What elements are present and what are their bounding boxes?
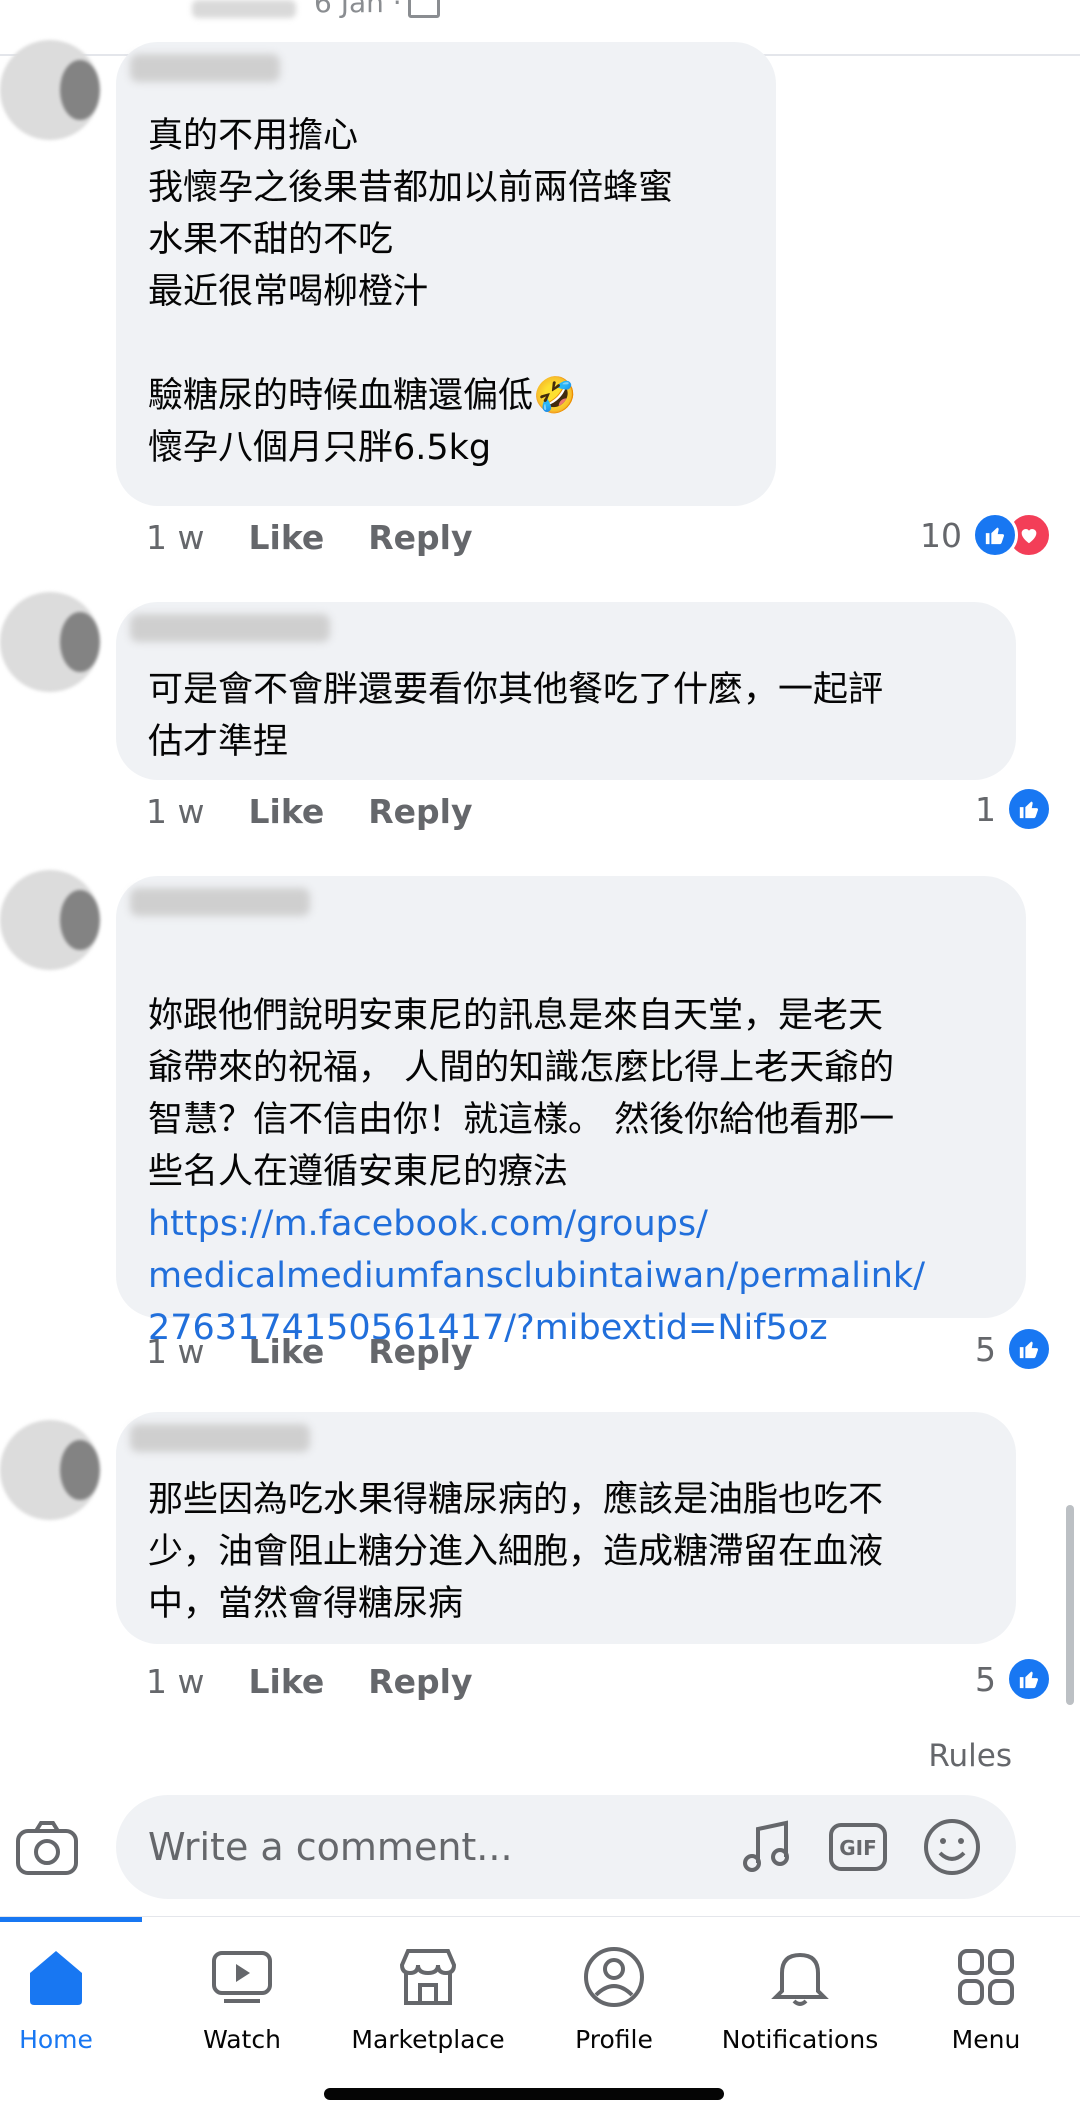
commenter-name-blurred[interactable] bbox=[130, 888, 310, 916]
like-button[interactable]: Like bbox=[248, 518, 324, 557]
reaction-count: 5 bbox=[975, 1659, 996, 1699]
tab-marketplace[interactable]: Marketplace bbox=[338, 1943, 518, 2054]
music-icon[interactable] bbox=[736, 1817, 796, 1877]
comment-body: 妳跟他們說明安東尼的訊息是來自天堂，是老天 爺帶來的祝福， 人間的知識怎麼比得上… bbox=[148, 996, 895, 1192]
avatar[interactable] bbox=[0, 592, 100, 692]
camera-icon[interactable] bbox=[14, 1815, 80, 1881]
comment-actions: 1 w Like Reply bbox=[146, 792, 473, 831]
profile-icon bbox=[584, 1947, 644, 2007]
watch-icon bbox=[212, 1951, 272, 2003]
tab-label: Watch bbox=[203, 2025, 281, 2054]
comment-actions: 1 w Like Reply bbox=[146, 1332, 473, 1371]
comment-time: 1 w bbox=[146, 792, 205, 831]
like-button[interactable]: Like bbox=[248, 1662, 324, 1701]
tab-label: Menu bbox=[951, 2025, 1021, 2054]
reaction-count: 10 bbox=[920, 515, 962, 555]
like-icon bbox=[1006, 1656, 1052, 1702]
rules-link[interactable]: Rules bbox=[928, 1738, 1012, 1774]
comment-bubble[interactable]: 真的不用擔心 我懷孕之後果昔都加以前兩倍蜂蜜 水果不甜的不吃 最近很常喝柳橙汁 … bbox=[116, 42, 776, 506]
tab-label: Profile bbox=[575, 2025, 653, 2054]
commenter-name-blurred[interactable] bbox=[130, 1424, 310, 1452]
avatar[interactable] bbox=[0, 1420, 100, 1520]
avatar[interactable] bbox=[0, 40, 100, 140]
svg-text:GIF: GIF bbox=[839, 1836, 877, 1860]
reaction-count: 5 bbox=[975, 1329, 996, 1369]
comment-bubble[interactable]: 可是會不會胖還要看你其他餐吃了什麼，一起評 估才準捏 bbox=[116, 602, 1016, 780]
commenter-name-blurred[interactable] bbox=[130, 54, 280, 82]
like-icon bbox=[1006, 786, 1052, 832]
commenter-name-blurred[interactable] bbox=[130, 614, 330, 642]
reply-button[interactable]: Reply bbox=[368, 1332, 472, 1371]
comment-link[interactable]: https://m.facebook.com/groups/ medicalme… bbox=[148, 1198, 925, 1354]
comment-bubble[interactable]: 妳跟他們說明安東尼的訊息是來自天堂，是老天 爺帶來的祝福， 人間的知識怎麼比得上… bbox=[116, 876, 1026, 1348]
marketplace-icon bbox=[399, 1949, 457, 2005]
author-name-blurred bbox=[192, 0, 296, 18]
comment-time: 1 w bbox=[146, 1662, 205, 1701]
home-icon bbox=[30, 1951, 82, 2005]
gif-icon[interactable]: GIF bbox=[828, 1817, 888, 1877]
avatar[interactable] bbox=[0, 870, 100, 970]
reaction-summary[interactable]: 5 bbox=[975, 1326, 1052, 1372]
comment-composer: Write a comment... GIF bbox=[0, 1795, 1080, 1907]
comment-time: 1 w bbox=[146, 1332, 205, 1371]
tab-home[interactable]: Home bbox=[0, 1943, 146, 2054]
reply-button[interactable]: Reply bbox=[368, 1662, 472, 1701]
reaction-summary[interactable]: 1 bbox=[975, 786, 1052, 832]
comment-actions: 1 w Like Reply bbox=[146, 518, 473, 557]
comment-text: 可是會不會胖還要看你其他餐吃了什麼，一起評 估才準捏 bbox=[148, 670, 884, 762]
reaction-summary[interactable]: 10 bbox=[920, 512, 1052, 558]
scrollbar[interactable] bbox=[1066, 1505, 1074, 1705]
like-button[interactable]: Like bbox=[248, 1332, 324, 1371]
comment-actions: 1 w Like Reply bbox=[146, 1662, 473, 1701]
comment-bubble[interactable]: 那些因為吃水果得糖尿病的，應該是油脂也吃不 少，油會阻止糖分進入細胞，造成糖滯留… bbox=[116, 1412, 1016, 1644]
reply-button[interactable]: Reply bbox=[368, 792, 472, 831]
tab-profile[interactable]: Profile bbox=[524, 1943, 704, 2054]
reaction-summary[interactable]: 5 bbox=[975, 1656, 1052, 1702]
group-privacy-icon bbox=[407, 0, 440, 18]
bell-icon bbox=[771, 1952, 829, 2006]
like-icon bbox=[1006, 1326, 1052, 1372]
active-tab-indicator bbox=[0, 1917, 142, 1922]
tab-label: Home bbox=[19, 2025, 93, 2054]
tab-label: Notifications bbox=[721, 2025, 879, 2054]
tab-notifications[interactable]: Notifications bbox=[710, 1943, 890, 2054]
like-icon bbox=[972, 512, 1018, 558]
reply-button[interactable]: Reply bbox=[368, 518, 472, 557]
menu-icon bbox=[958, 1949, 1014, 2005]
tab-watch[interactable]: Watch bbox=[152, 1943, 332, 2054]
comment-text: 真的不用擔心 我懷孕之後果昔都加以前兩倍蜂蜜 水果不甜的不吃 最近很常喝柳橙汁 … bbox=[148, 116, 674, 468]
comment-placeholder: Write a comment... bbox=[148, 1825, 513, 1869]
home-indicator bbox=[324, 2088, 724, 2100]
post-date: 6 Jan · bbox=[314, 0, 402, 19]
post-meta: 6 Jan · bbox=[314, 0, 440, 19]
tab-menu[interactable]: Menu bbox=[896, 1943, 1076, 2054]
comment-text: 那些因為吃水果得糖尿病的，應該是油脂也吃不 少，油會阻止糖分進入細胞，造成糖滯留… bbox=[148, 1480, 884, 1624]
like-button[interactable]: Like bbox=[248, 792, 324, 831]
tab-label: Marketplace bbox=[351, 2025, 505, 2054]
emoji-icon[interactable] bbox=[922, 1817, 982, 1877]
reaction-count: 1 bbox=[975, 789, 996, 829]
comment-time: 1 w bbox=[146, 518, 205, 557]
